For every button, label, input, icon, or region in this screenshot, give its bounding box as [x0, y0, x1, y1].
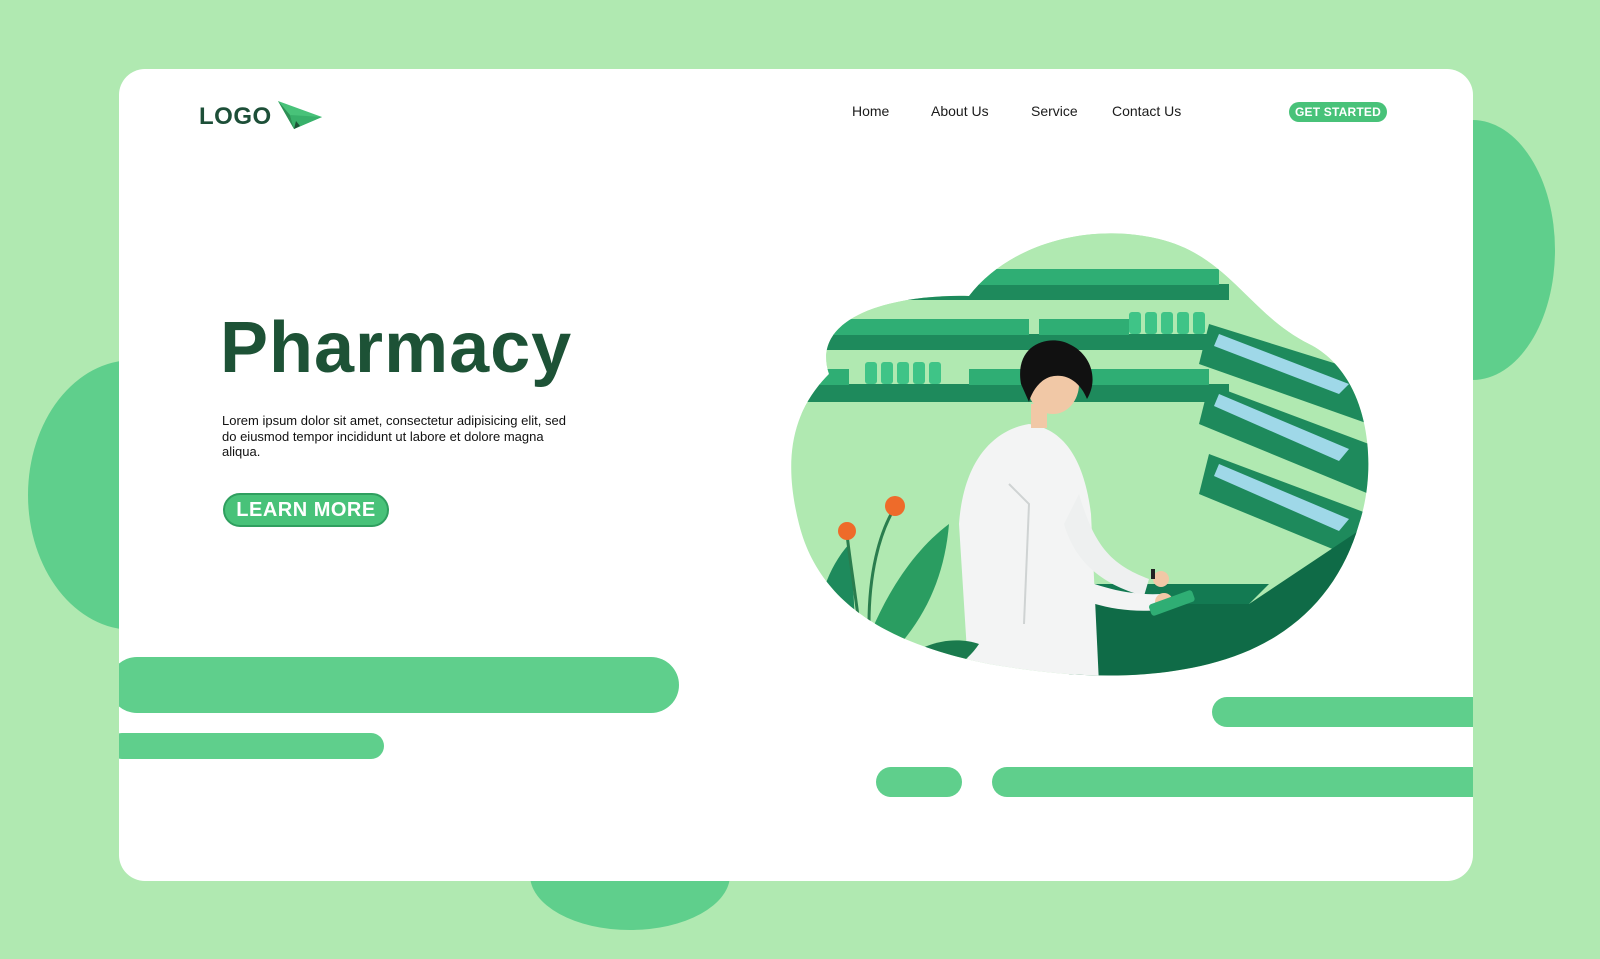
learn-more-button[interactable]: LEARN MORE	[223, 493, 389, 527]
nav-home[interactable]: Home	[852, 103, 889, 119]
nav-about-us[interactable]: About Us	[931, 103, 989, 119]
hero-description: Lorem ipsum dolor sit amet, consectetur …	[222, 413, 566, 459]
nav-service[interactable]: Service	[1031, 103, 1078, 119]
nav-contact-us[interactable]: Contact Us	[1112, 103, 1181, 119]
decorative-bar	[119, 657, 679, 713]
decorative-bar	[1212, 697, 1473, 727]
pharmacist-illustration	[791, 233, 1369, 676]
decorative-bar	[876, 767, 962, 797]
landing-page-card: LOGO Home About Us Service Contact Us GE…	[119, 69, 1473, 881]
hero-title: Pharmacy	[220, 308, 573, 388]
decorative-bar	[119, 733, 384, 759]
main-nav: Home About Us Service Contact Us	[119, 103, 1473, 127]
decorative-bar	[992, 767, 1473, 797]
get-started-button[interactable]: GET STARTED	[1289, 102, 1387, 122]
